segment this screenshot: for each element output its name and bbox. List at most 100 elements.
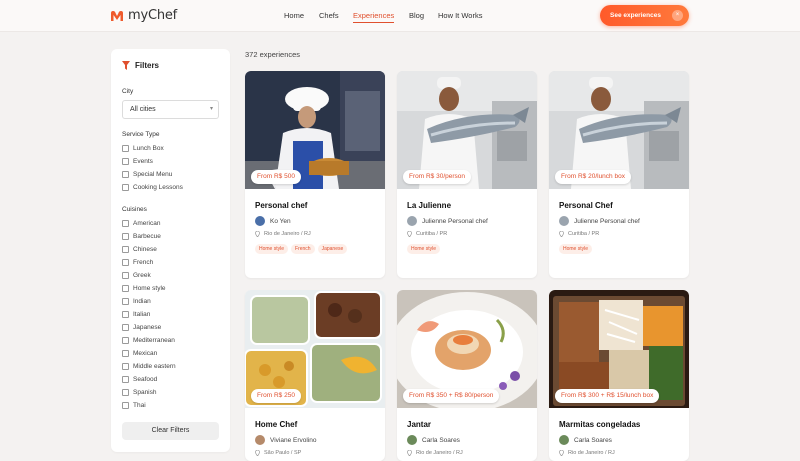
chevron-down-icon: ▾	[209, 106, 213, 112]
checkbox[interactable]	[122, 376, 129, 383]
checkbox-label: American	[133, 220, 161, 227]
checkbox-label: Middle eastern	[133, 363, 176, 370]
chef-row[interactable]: Julienne Personal chef	[407, 216, 488, 226]
chef-name: Julienne Personal chef	[574, 217, 640, 225]
checkbox-label: Seafood	[133, 376, 158, 383]
clear-filters-button[interactable]: Clear Filters	[122, 422, 219, 440]
cuisine-american[interactable]: American	[122, 220, 160, 227]
experience-card[interactable]: From R$ 500 Personal chef Ko Yen Rio de Jan…	[245, 71, 385, 278]
cuisine-tag: French	[291, 244, 315, 254]
experience-card[interactable]: From R$ 350 + R$ 80/person Jantar Carla So…	[397, 290, 537, 461]
cuisine-home-style[interactable]: Home style	[122, 285, 166, 292]
city-select[interactable]: All cities ▾	[122, 100, 219, 119]
cuisine-middle-eastern[interactable]: Middle eastern	[122, 363, 176, 370]
chef-row[interactable]: Julienne Personal chef	[559, 216, 640, 226]
checkbox[interactable]	[122, 158, 129, 165]
location-text: Rio de Janeiro / RJ	[416, 450, 463, 456]
checkbox[interactable]	[122, 220, 129, 227]
chef-row[interactable]: Viviane Ervolino	[255, 435, 317, 445]
checkbox[interactable]	[122, 285, 129, 292]
experience-title[interactable]: La Julienne	[407, 201, 451, 210]
nav-blog[interactable]: Blog	[409, 11, 424, 20]
experience-card[interactable]: From R$ 30/person La Julienne Julienne Per…	[397, 71, 537, 278]
location-text: Rio de Janeiro / RJ	[568, 450, 615, 456]
checkbox-label: Home style	[133, 285, 166, 292]
chef-row[interactable]: Carla Soares	[559, 435, 612, 445]
checkbox-label: Special Menu	[133, 171, 173, 178]
cuisine-italian[interactable]: Italian	[122, 311, 150, 318]
checkbox[interactable]	[122, 337, 129, 344]
checkbox-label: Spanish	[133, 389, 157, 396]
checkbox-label: Japanese	[133, 324, 162, 331]
filter-icon	[122, 61, 130, 70]
cuisine-chinese[interactable]: Chinese	[122, 246, 157, 253]
cuisine-tag: Japanese	[317, 244, 348, 254]
chef-row[interactable]: Carla Soares	[407, 435, 460, 445]
experience-card[interactable]: From R$ 250 Home Chef Viviane Ervolino São …	[245, 290, 385, 461]
cuisine-indian[interactable]: Indian	[122, 298, 151, 305]
experience-title[interactable]: Home Chef	[255, 420, 297, 429]
cuisine-spanish[interactable]: Spanish	[122, 389, 157, 396]
nav-home[interactable]: Home	[284, 11, 304, 20]
location-pin-icon	[255, 231, 260, 237]
location-text: Rio de Janeiro / RJ	[264, 231, 311, 237]
nav-chefs[interactable]: Chefs	[319, 11, 339, 20]
chef-name: Viviane Ervolino	[270, 436, 317, 444]
checkbox[interactable]	[122, 350, 129, 357]
service-type-special-menu[interactable]: Special Menu	[122, 171, 172, 178]
checkbox[interactable]	[122, 259, 129, 266]
price-badge: From R$ 250	[251, 389, 301, 403]
close-icon[interactable]: ×	[672, 10, 683, 21]
cuisine-seafood[interactable]: Seafood	[122, 376, 157, 383]
checkbox[interactable]	[122, 171, 129, 178]
cuisine-french[interactable]: French	[122, 259, 153, 266]
service-type-lunch-box[interactable]: Lunch Box	[122, 145, 164, 152]
experience-card[interactable]: From R$ 300 + R$ 15/lunch box Marmitas co…	[549, 290, 689, 461]
experience-title[interactable]: Jantar	[407, 420, 431, 429]
tag-list: Home style	[407, 244, 441, 254]
checkbox[interactable]	[122, 311, 129, 318]
logo-icon	[111, 10, 123, 21]
service-type-events[interactable]: Events	[122, 158, 153, 165]
experience-card[interactable]: From R$ 20/lunch box Personal Chef Julienn…	[549, 71, 689, 278]
service-type-cooking-lessons[interactable]: Cooking Lessons	[122, 184, 183, 191]
checkbox[interactable]	[122, 402, 129, 409]
cuisine-thai[interactable]: Thai	[122, 402, 146, 409]
location-row: Curitiba / PR	[559, 231, 599, 237]
cuisine-barbecue[interactable]: Barbecue	[122, 233, 161, 240]
checkbox-label: Chinese	[133, 246, 157, 253]
cuisine-mediterranean[interactable]: Mediterranean	[122, 337, 175, 344]
cuisine-japanese[interactable]: Japanese	[122, 324, 161, 331]
city-label: City	[122, 88, 134, 95]
cuisine-tag: Home style	[559, 244, 593, 254]
see-experiences-button[interactable]: See experiences ×	[600, 5, 689, 26]
cuisine-mexican[interactable]: Mexican	[122, 350, 157, 357]
checkbox[interactable]	[122, 246, 129, 253]
location-text: Curitiba / PR	[416, 231, 448, 237]
tag-list: Home style French Japanese	[255, 244, 348, 254]
checkbox[interactable]	[122, 389, 129, 396]
chef-row[interactable]: Ko Yen	[255, 216, 291, 226]
experience-title[interactable]: Marmitas congeladas	[559, 420, 640, 429]
checkbox[interactable]	[122, 324, 129, 331]
avatar	[559, 435, 569, 445]
brand-logo[interactable]: myChef	[110, 8, 177, 23]
nav-how-it-works[interactable]: How It Works	[438, 11, 482, 20]
filters-heading: Filters	[122, 61, 159, 70]
nav-experiences[interactable]: Experiences	[353, 11, 395, 23]
price-badge: From R$ 30/person	[403, 170, 471, 184]
location-pin-icon	[407, 450, 412, 456]
checkbox[interactable]	[122, 184, 129, 191]
checkbox[interactable]	[122, 145, 129, 152]
avatar	[559, 216, 569, 226]
cuisine-greek[interactable]: Greek	[122, 272, 151, 279]
checkbox[interactable]	[122, 233, 129, 240]
location-text: São Paulo / SP	[264, 450, 302, 456]
checkbox[interactable]	[122, 363, 129, 370]
experience-title[interactable]: Personal chef	[255, 201, 307, 210]
checkbox[interactable]	[122, 272, 129, 279]
experience-title[interactable]: Personal Chef	[559, 201, 613, 210]
checkbox-label: Indian	[133, 298, 151, 305]
filters-title: Filters	[135, 61, 160, 70]
checkbox[interactable]	[122, 298, 129, 305]
